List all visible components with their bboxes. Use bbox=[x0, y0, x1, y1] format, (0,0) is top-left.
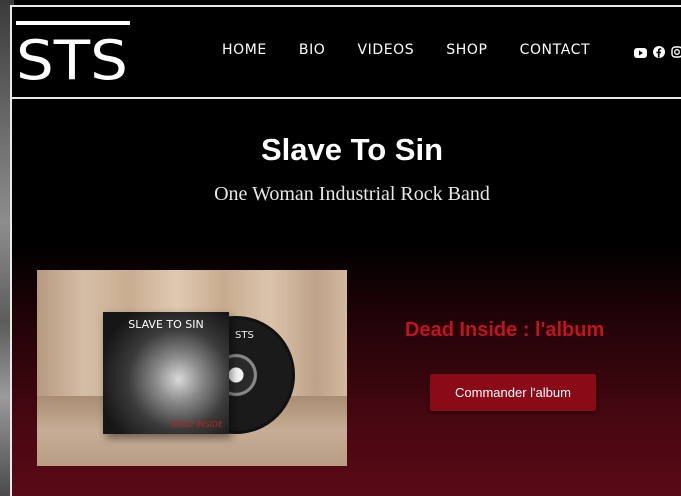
page-frame: STS HOME BIO VIDEOS SHOP CONTACT Slave T… bbox=[10, 5, 681, 496]
album-cover-image: STS SLAVE TO SIN DEAD INSIDE bbox=[37, 270, 347, 466]
nav-shop[interactable]: SHOP bbox=[446, 42, 487, 58]
page-title: Slave To Sin bbox=[260, 132, 444, 167]
nav-home[interactable]: HOME bbox=[222, 42, 267, 58]
disc-label: STS bbox=[235, 330, 254, 341]
page-subtitle: One Woman Industrial Rock Band bbox=[214, 183, 490, 205]
album-heading: Dead Inside : l'album bbox=[405, 319, 605, 341]
instagram-icon[interactable] bbox=[671, 45, 681, 63]
nav-contact[interactable]: CONTACT bbox=[520, 42, 591, 58]
order-album-button[interactable]: Commander l'album bbox=[430, 374, 596, 411]
cover-band-name: SLAVE TO SIN bbox=[128, 318, 204, 331]
site-header: STS HOME BIO VIDEOS SHOP CONTACT bbox=[12, 7, 681, 99]
social-links bbox=[634, 45, 681, 63]
main-nav: HOME BIO VIDEOS SHOP CONTACT bbox=[222, 42, 622, 58]
nav-bio[interactable]: BIO bbox=[299, 42, 326, 58]
nav-videos[interactable]: VIDEOS bbox=[357, 42, 414, 58]
logo-text: STS bbox=[16, 29, 128, 83]
youtube-icon[interactable] bbox=[634, 45, 647, 63]
cover-album-name: DEAD INSIDE bbox=[170, 420, 223, 429]
facebook-icon[interactable] bbox=[653, 45, 665, 63]
cd-case: SLAVE TO SIN DEAD INSIDE bbox=[103, 312, 229, 434]
sts-logo[interactable]: STS bbox=[16, 21, 130, 83]
